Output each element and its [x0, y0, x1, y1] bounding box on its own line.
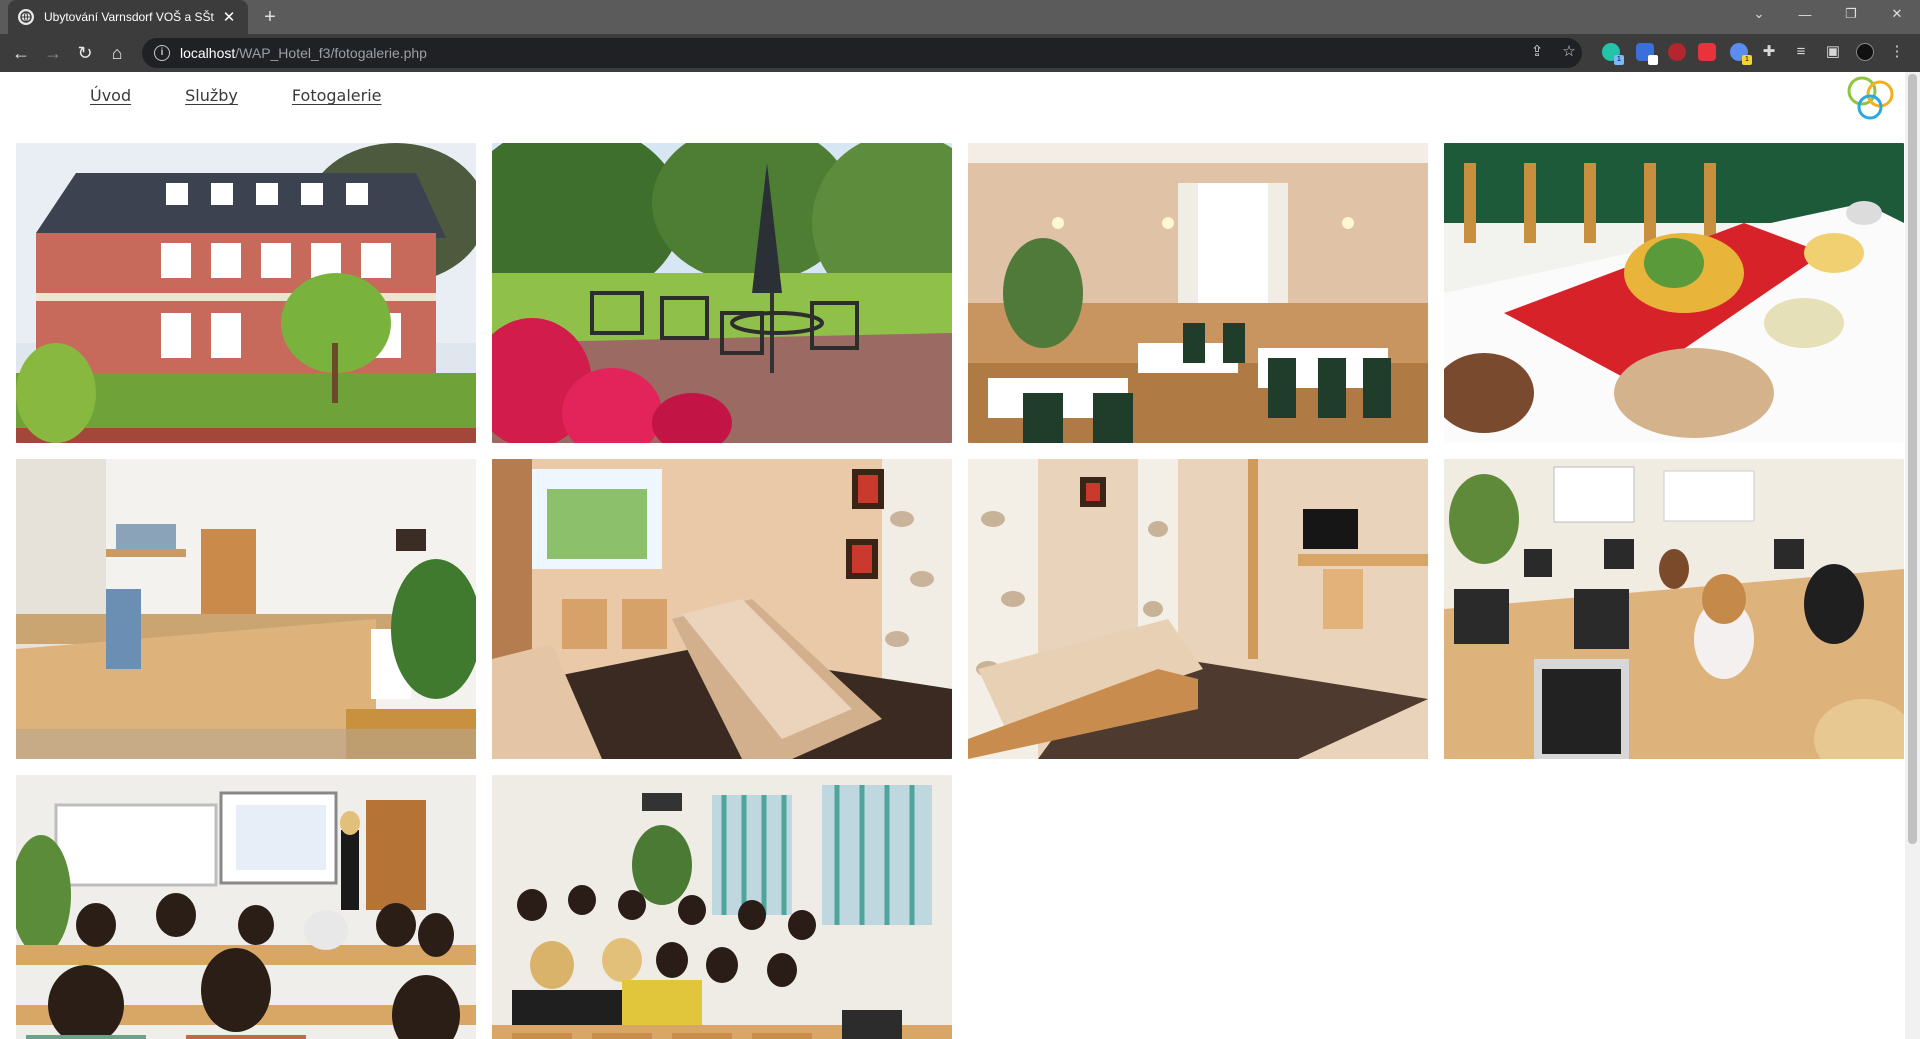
reading-list-icon[interactable]: ≡ — [1790, 41, 1812, 63]
back-icon[interactable]: ← — [8, 40, 34, 66]
nav-link-uvod[interactable]: Úvod — [90, 86, 131, 105]
reload-icon[interactable]: ↻ — [72, 40, 98, 66]
tab-search-icon[interactable]: ⌄ — [1736, 0, 1782, 28]
bookmark-star-icon[interactable]: ☆ — [1558, 41, 1580, 63]
photo-restaurant[interactable] — [968, 143, 1428, 443]
home-icon[interactable]: ⌂ — [104, 40, 130, 66]
nav-link-fotogalerie[interactable]: Fotogalerie — [292, 86, 382, 105]
page-scrollbar[interactable] — [1905, 72, 1920, 1039]
profile-avatar[interactable] — [1856, 43, 1874, 61]
photo-lecture-presenter[interactable] — [16, 775, 476, 1039]
new-tab-button[interactable]: + — [258, 5, 282, 29]
nav-link-sluzby[interactable]: Služby — [185, 86, 238, 105]
side-panel-icon[interactable]: ▣ — [1822, 41, 1844, 63]
photo-buffet[interactable] — [1444, 143, 1904, 443]
share-icon[interactable]: ⇪ — [1526, 41, 1548, 63]
photo-room-tv[interactable] — [968, 459, 1428, 759]
extension-5-icon[interactable]: 1 — [1730, 43, 1752, 65]
forward-icon[interactable]: → — [40, 40, 66, 66]
url-host: localhost — [180, 45, 236, 61]
browser-tab-strip: Ubytování Varnsdorf VOŠ a SŠt ✕ + ⌄ — ❐ … — [0, 0, 1920, 34]
site-info-icon[interactable]: i — [154, 45, 170, 61]
window-close-icon[interactable]: ✕ — [1874, 0, 1920, 28]
browser-toolbar: ← → ↻ ⌂ i localhost /WAP_Hotel_f3/fotoga… — [0, 34, 1920, 72]
tab-close-icon[interactable]: ✕ — [220, 10, 238, 25]
site-logo[interactable] — [1844, 74, 1900, 124]
scrollbar-thumb[interactable] — [1908, 74, 1917, 844]
photo-lecture-hall[interactable] — [492, 775, 952, 1039]
photo-hotel-exterior[interactable] — [16, 143, 476, 443]
extension-1-icon[interactable]: 1 — [1602, 43, 1624, 65]
photo-twin-bedroom[interactable] — [492, 459, 952, 759]
photo-computer-classroom[interactable] — [1444, 459, 1904, 759]
page-content: Úvod Služby Fotogalerie — [0, 72, 1920, 1039]
extension-2-icon[interactable] — [1636, 43, 1658, 65]
url-path: /WAP_Hotel_f3/fotogalerie.php — [235, 45, 427, 61]
main-navigation: Úvod Služby Fotogalerie — [90, 86, 382, 105]
browser-tab[interactable]: Ubytování Varnsdorf VOŠ a SŠt ✕ — [8, 0, 248, 34]
restore-icon[interactable]: ❐ — [1828, 0, 1874, 28]
minimize-icon[interactable]: — — [1782, 0, 1828, 28]
menu-kebab-icon[interactable]: ⋮ — [1886, 41, 1908, 63]
photo-garden-terrace[interactable] — [492, 143, 952, 443]
extensions-puzzle-icon[interactable]: ✚ — [1758, 41, 1780, 63]
extension-4-icon[interactable] — [1698, 43, 1716, 61]
photo-reception[interactable] — [16, 459, 476, 759]
ublock-icon[interactable] — [1668, 43, 1686, 61]
globe-icon — [18, 9, 34, 25]
address-bar[interactable]: i localhost /WAP_Hotel_f3/fotogalerie.ph… — [142, 38, 1582, 68]
tab-title: Ubytování Varnsdorf VOŠ a SŠt — [44, 10, 214, 24]
